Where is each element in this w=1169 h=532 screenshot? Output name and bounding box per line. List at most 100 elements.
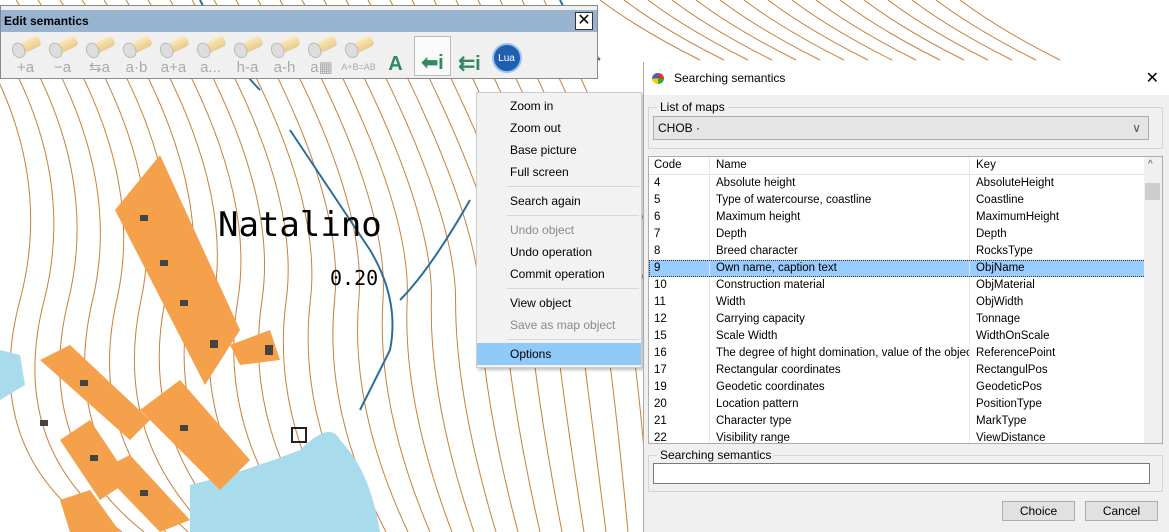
scroll-thumb[interactable] (1145, 183, 1160, 200)
cell-code: 6 (649, 209, 710, 226)
table-row[interactable]: 17 Rectangular coordinates RectangulPos (649, 362, 1162, 379)
lake-left (0, 350, 25, 400)
table-row[interactable]: 15 Scale Width WidthOnScale (649, 328, 1162, 345)
table-row[interactable]: 20 Location pattern PositionType (649, 396, 1162, 413)
toolbar-button-5[interactable]: a... (192, 35, 229, 76)
toolbar-button-10[interactable]: A (377, 36, 414, 76)
cell-name: Character type (710, 413, 970, 430)
column-header-name[interactable]: Name (710, 157, 970, 174)
cell-key: PositionType (976, 398, 1042, 410)
toolbar-button-1[interactable]: −a (44, 35, 81, 76)
cell-key: WidthOnScale (976, 330, 1050, 342)
toolbar-button-2[interactable]: ⇆a (81, 35, 118, 76)
toolbar-close-button[interactable]: ✕ (575, 12, 593, 30)
toolbar-button-7[interactable]: a-h (266, 35, 303, 76)
menu-item-zoom-out[interactable]: Zoom out (477, 117, 641, 139)
cell-code: 16 (649, 345, 710, 362)
menu-item-full-screen[interactable]: Full screen (477, 161, 641, 183)
context-menu: Zoom in Zoom out Base picture Full screen Se… (476, 92, 642, 368)
cell-name: Absolute height (710, 175, 970, 192)
menu-separator (507, 339, 639, 340)
button-label: ⇆a (89, 59, 110, 76)
menu-item-undo-operation[interactable]: Undo operation (477, 241, 641, 263)
edit-semantics-toolbar: Edit semantics ✕ +a −a ⇆a a·b a+a a... h-a a-h a▦… (0, 5, 598, 79)
flashlight-icon (87, 35, 117, 56)
toolbar-button-6[interactable]: h-a (229, 35, 266, 76)
toolbar-button-8[interactable]: a▦ (303, 35, 340, 76)
table-row[interactable]: 8 Breed character RocksType (649, 243, 1162, 260)
cell-name: Construction material (710, 277, 970, 294)
table-row[interactable]: 12 Carrying capacity Tonnage (649, 311, 1162, 328)
cell-code: 4 (649, 175, 710, 192)
menu-separator (507, 288, 639, 289)
choice-button[interactable]: Choice (1002, 501, 1075, 521)
button-label: a·b (125, 59, 148, 76)
table-row[interactable]: 22 Visibility range ViewDistance (649, 430, 1162, 444)
table-row[interactable]: 11 Width ObjWidth (649, 294, 1162, 311)
cell-name: Breed character (710, 243, 970, 260)
button-label: A+B=AB (341, 62, 376, 72)
cell-key: GeodeticPos (976, 381, 1042, 393)
cell-name: Type of watercourse, coastline (710, 192, 970, 209)
cell-code: 11 (649, 294, 710, 311)
table-row[interactable]: 10 Construction material ObjMaterial (649, 277, 1162, 294)
column-header-code[interactable]: Code (649, 157, 710, 174)
table-header: Code Name Key (649, 157, 1162, 175)
menu-separator (507, 186, 639, 187)
toolbar-button-13[interactable]: Lua (488, 36, 525, 76)
toolbar-button-0[interactable]: +a (7, 35, 44, 76)
cell-key: ViewDistance (976, 432, 1046, 444)
toolbar-button-12[interactable]: ⇇i (451, 36, 488, 76)
cell-name: The degree of hight domination, value of… (710, 345, 970, 362)
cell-name: Scale Width (710, 328, 970, 345)
table-row[interactable]: 5 Type of watercourse, coastline Coastline (649, 192, 1162, 209)
dialog-title: Searching semantics (674, 71, 786, 85)
menu-item-options[interactable]: Options (477, 343, 641, 365)
cell-code: 9 (649, 260, 710, 277)
search-input[interactable] (653, 463, 1150, 484)
cell-code: 7 (649, 226, 710, 243)
cell-key: ReferencePoint (976, 347, 1056, 359)
dialog-close-button[interactable]: ✕ (1146, 62, 1159, 95)
table-row[interactable]: 4 Absolute height AbsoluteHeight (649, 175, 1162, 192)
info-arrow-icon: ⬅i (421, 52, 444, 74)
search-group-label: Searching semantics (660, 448, 772, 462)
cell-key: ObjWidth (976, 296, 1024, 308)
cell-name: Maximum height (710, 209, 970, 226)
button-label: a... (200, 59, 221, 76)
table-row[interactable]: 16 The degree of hight domination, value … (649, 345, 1162, 362)
menu-item-view-object[interactable]: View object (477, 292, 641, 314)
cell-code: 15 (649, 328, 710, 345)
chevron-down-icon: ∨ (1132, 121, 1141, 135)
menu-item-search-again[interactable]: Search again (477, 190, 641, 212)
menu-item-base-picture[interactable]: Base picture (477, 139, 641, 161)
cell-code: 17 (649, 362, 710, 379)
cell-name: Geodetic coordinates (710, 379, 970, 396)
table-row[interactable]: 21 Character type MarkType (649, 413, 1162, 430)
toolbar-button-4[interactable]: a+a (155, 35, 192, 76)
menu-item-commit-operation[interactable]: Commit operation (477, 263, 641, 285)
cell-name: Carrying capacity (710, 311, 970, 328)
table-scrollbar[interactable]: ^ (1144, 157, 1162, 443)
flashlight-icon (124, 35, 154, 56)
menu-separator (507, 215, 639, 216)
toolbar-button-11[interactable]: ⬅i (414, 36, 451, 76)
table-row[interactable]: 19 Geodetic coordinates GeodeticPos (649, 379, 1162, 396)
column-header-key[interactable]: Key (970, 157, 1144, 174)
toolbar-button-3[interactable]: a·b (118, 35, 155, 76)
cancel-button[interactable]: Cancel (1085, 501, 1158, 521)
cell-name: Depth (710, 226, 970, 243)
table-row[interactable]: 9 Own name, caption text ObjName (649, 260, 1162, 277)
menu-item-zoom-in[interactable]: Zoom in (477, 95, 641, 117)
cell-key: ObjMaterial (976, 279, 1035, 291)
toolbar-button-9[interactable]: A+B=AB (340, 35, 377, 76)
app-icon (652, 73, 664, 84)
table-row[interactable]: 7 Depth Depth (649, 226, 1162, 243)
semantics-table: Code Name Key 4 Absolute height AbsoluteHe… (648, 156, 1163, 444)
button-label: h-a (236, 59, 259, 76)
cell-code: 5 (649, 192, 710, 209)
flashlight-icon (13, 35, 43, 56)
scroll-up-icon[interactable]: ^ (1148, 159, 1153, 170)
map-select[interactable]: CHOB · ∨ (653, 116, 1149, 140)
table-row[interactable]: 6 Maximum height MaximumHeight (649, 209, 1162, 226)
